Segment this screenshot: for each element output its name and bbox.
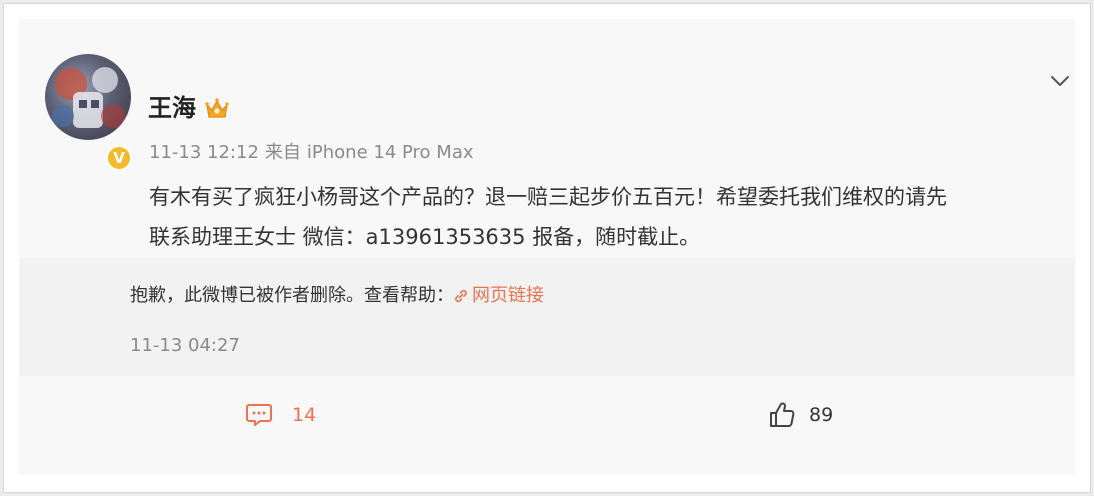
post-source[interactable]: iPhone 14 Pro Max bbox=[307, 142, 474, 163]
like-button[interactable]: 89 bbox=[768, 398, 833, 432]
crown-icon bbox=[205, 98, 229, 118]
post-time: 11-13 12:12 bbox=[149, 142, 259, 163]
post-text-line-1: 有木有买了疯狂小杨哥这个产品的？退一赔三起步价五百元！希望委托我们维权的请先 bbox=[149, 185, 947, 209]
avatar[interactable] bbox=[45, 54, 131, 140]
verified-badge-icon: V bbox=[106, 145, 132, 171]
thumbs-up-icon bbox=[770, 402, 795, 427]
web-link[interactable]: 网页链接 bbox=[454, 285, 544, 306]
weibo-post-card: V 王海 11-13 12:12 来自 iPhone 14 Pro Max 有木有买… bbox=[19, 19, 1075, 475]
deleted-text: 抱歉，此微博已被作者删除。查看帮助： bbox=[130, 285, 454, 306]
web-link-label: 网页链接 bbox=[472, 285, 544, 306]
deleted-notice: 抱歉，此微博已被作者删除。查看帮助： 网页链接 bbox=[130, 284, 544, 308]
username[interactable]: 王海 bbox=[148, 93, 196, 123]
comment-count: 14 bbox=[292, 404, 317, 426]
post-meta: 11-13 12:12 来自 iPhone 14 Pro Max bbox=[149, 141, 480, 165]
comment-icon bbox=[246, 404, 272, 426]
comment-button[interactable]: 14 bbox=[245, 398, 316, 432]
link-icon bbox=[455, 289, 467, 303]
post-text: 有木有买了疯狂小杨哥这个产品的？退一赔三起步价五百元！希望委托我们维权的请先 联… bbox=[149, 177, 1059, 257]
like-count: 89 bbox=[809, 404, 834, 426]
repost-block: 抱歉，此微博已被作者删除。查看帮助： 网页链接 11-13 04:27 bbox=[19, 258, 1075, 376]
repost-time: 11-13 04:27 bbox=[130, 335, 240, 356]
chevron-down-icon[interactable] bbox=[1049, 73, 1071, 89]
post-text-line-2: 联系助理王女士 微信：a13961353635 报备，随时截止。 bbox=[149, 225, 701, 249]
source-prefix: 来自 bbox=[264, 142, 301, 163]
avatar-image bbox=[52, 67, 125, 128]
